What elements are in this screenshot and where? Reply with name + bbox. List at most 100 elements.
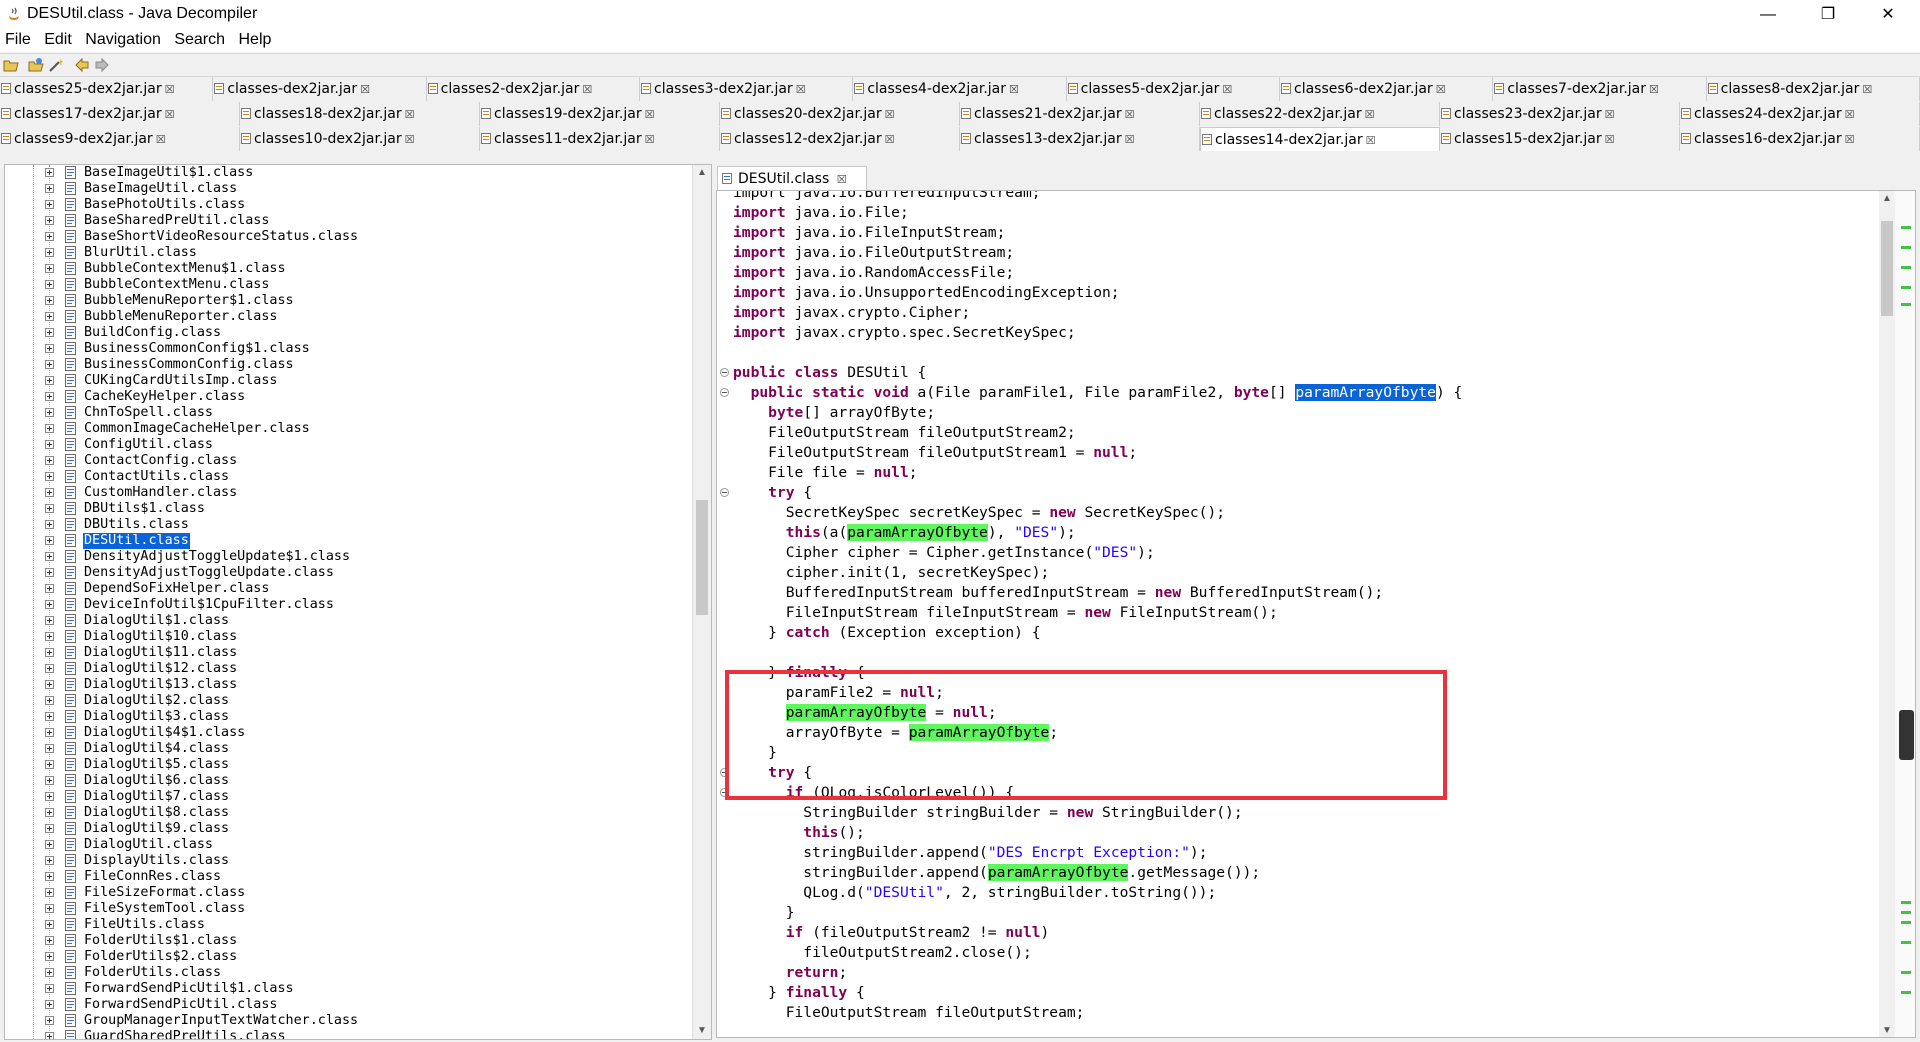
expand-icon[interactable] xyxy=(45,552,54,561)
tree-item[interactable]: FolderUtils.class xyxy=(5,965,693,981)
expand-icon[interactable] xyxy=(45,328,54,337)
expand-icon[interactable] xyxy=(45,1016,54,1025)
jar-tab[interactable]: classes16-dex2jar.jar ☒ xyxy=(1680,127,1920,151)
tree-item[interactable]: DESUtil.class xyxy=(5,533,693,549)
tree-item[interactable]: DialogUtil$12.class xyxy=(5,661,693,677)
expand-icon[interactable] xyxy=(45,488,54,497)
tree-item[interactable]: BusinessCommonConfig$1.class xyxy=(5,341,693,357)
occurrence-marker[interactable] xyxy=(1901,991,1911,994)
expand-icon[interactable] xyxy=(45,456,54,465)
occurrence-marker[interactable] xyxy=(1901,921,1911,924)
expand-icon[interactable] xyxy=(45,216,54,225)
tree-item[interactable]: CUKingCardUtilsImp.class xyxy=(5,373,693,389)
occurrence-marker[interactable] xyxy=(1901,971,1911,974)
expand-icon[interactable] xyxy=(45,440,54,449)
tree-item[interactable]: DialogUtil$11.class xyxy=(5,645,693,661)
expand-icon[interactable] xyxy=(45,776,54,785)
tree-item[interactable]: DependSoFixHelper.class xyxy=(5,581,693,597)
expand-icon[interactable] xyxy=(45,824,54,833)
tree-item[interactable]: DialogUtil.class xyxy=(5,837,693,853)
tree-item[interactable]: DialogUtil$8.class xyxy=(5,805,693,821)
open-type-icon[interactable] xyxy=(28,57,44,73)
tree-item[interactable]: BubbleContextMenu$1.class xyxy=(5,261,693,277)
jar-tab[interactable]: classes-dex2jar.jar ☒ xyxy=(213,77,427,101)
expand-icon[interactable] xyxy=(45,728,54,737)
tree-scrollbar[interactable]: ▲ ▼ xyxy=(692,165,711,1039)
expand-icon[interactable] xyxy=(45,536,54,545)
expand-icon[interactable] xyxy=(45,360,54,369)
tab-close-icon[interactable]: ☒ xyxy=(1125,133,1135,146)
tree-item[interactable]: GuardSharedPreUtils.class xyxy=(5,1029,693,1039)
minimize-button[interactable]: — xyxy=(1738,0,1798,30)
tree-item[interactable]: DialogUtil$3.class xyxy=(5,709,693,725)
tree-item[interactable]: ChnToSpell.class xyxy=(5,405,693,421)
jar-tab[interactable]: classes5-dex2jar.jar ☒ xyxy=(1066,77,1280,101)
tab-desutil-class[interactable]: DESUtil.class ☒ xyxy=(717,166,867,190)
expand-icon[interactable] xyxy=(45,952,54,961)
tab-close-icon[interactable]: ☒ xyxy=(1845,133,1855,146)
tree-item[interactable]: DialogUtil$7.class xyxy=(5,789,693,805)
occurrence-marker[interactable] xyxy=(1901,286,1911,289)
tree-item[interactable]: ContactConfig.class xyxy=(5,453,693,469)
tree-item[interactable]: FileSizeFormat.class xyxy=(5,885,693,901)
expand-icon[interactable] xyxy=(45,680,54,689)
expand-icon[interactable] xyxy=(45,744,54,753)
jar-tab[interactable]: classes3-dex2jar.jar ☒ xyxy=(640,77,854,101)
jar-tab[interactable]: classes4-dex2jar.jar ☒ xyxy=(853,77,1067,101)
tab-close-icon[interactable]: ☒ xyxy=(165,83,175,96)
wand-icon[interactable] xyxy=(48,57,64,73)
menu-file[interactable]: File xyxy=(1,30,35,50)
overview-position-marker[interactable] xyxy=(1899,710,1914,760)
tree-item[interactable]: BaseImageUtil.class xyxy=(5,181,693,197)
menu-search[interactable]: Search xyxy=(170,30,229,50)
jar-tab[interactable]: classes15-dex2jar.jar ☒ xyxy=(1440,127,1680,151)
tree-item[interactable]: CommonImageCacheHelper.class xyxy=(5,421,693,437)
tab-close-icon[interactable]: ☒ xyxy=(1365,108,1375,121)
expand-icon[interactable] xyxy=(45,424,54,433)
editor-scrollbar[interactable]: ▲ ▼ xyxy=(1879,191,1895,1037)
tree-item[interactable]: DialogUtil$1.class xyxy=(5,613,693,629)
tree-item[interactable]: DialogUtil$4$1.class xyxy=(5,725,693,741)
expand-icon[interactable] xyxy=(45,312,54,321)
jar-tab[interactable]: classes9-dex2jar.jar ☒ xyxy=(0,127,240,151)
occurrence-marker[interactable] xyxy=(1901,911,1911,914)
tree-item[interactable]: BusinessCommonConfig.class xyxy=(5,357,693,373)
scroll-down-arrow-icon[interactable]: ▼ xyxy=(1879,1023,1895,1037)
tree-item[interactable]: BlurUtil.class xyxy=(5,245,693,261)
tab-close-icon[interactable]: ☒ xyxy=(1862,83,1872,96)
tab-close-icon[interactable]: ☒ xyxy=(1436,83,1446,96)
tree-item[interactable]: CustomHandler.class xyxy=(5,485,693,501)
expand-icon[interactable] xyxy=(45,184,54,193)
tab-close-icon[interactable]: ☒ xyxy=(582,83,592,96)
jar-tab[interactable]: classes17-dex2jar.jar ☒ xyxy=(0,102,240,126)
expand-icon[interactable] xyxy=(45,344,54,353)
expand-icon[interactable] xyxy=(45,648,54,657)
forward-arrow-icon[interactable] xyxy=(94,57,110,73)
expand-icon[interactable] xyxy=(45,392,54,401)
jar-tab[interactable]: classes13-dex2jar.jar ☒ xyxy=(960,127,1200,151)
expand-icon[interactable] xyxy=(45,472,54,481)
tab-close-icon[interactable]: ☒ xyxy=(796,83,806,96)
open-file-icon[interactable] xyxy=(3,57,19,73)
fold-toggle-icon[interactable] xyxy=(720,388,729,397)
expand-icon[interactable] xyxy=(45,984,54,993)
expand-icon[interactable] xyxy=(45,968,54,977)
tab-close-icon[interactable]: ☒ xyxy=(405,133,415,146)
close-button[interactable]: ✕ xyxy=(1858,0,1918,30)
tree-item[interactable]: GroupManagerInputTextWatcher.class xyxy=(5,1013,693,1029)
tree-item[interactable]: BubbleMenuReporter.class xyxy=(5,309,693,325)
expand-icon[interactable] xyxy=(45,632,54,641)
tree-item[interactable]: DialogUtil$9.class xyxy=(5,821,693,837)
tree-item[interactable]: DensityAdjustToggleUpdate.class xyxy=(5,565,693,581)
tab-close-icon[interactable]: ☒ xyxy=(885,108,895,121)
tree-item[interactable]: ContactUtils.class xyxy=(5,469,693,485)
occurrence-marker[interactable] xyxy=(1901,941,1911,944)
tree-item[interactable]: FolderUtils$2.class xyxy=(5,949,693,965)
tab-close-icon[interactable]: ☒ xyxy=(1009,83,1019,96)
jar-tab[interactable]: classes21-dex2jar.jar ☒ xyxy=(960,102,1200,126)
jar-tab[interactable]: classes19-dex2jar.jar ☒ xyxy=(480,102,720,126)
expand-icon[interactable] xyxy=(45,888,54,897)
jar-tab[interactable]: classes14-dex2jar.jar ☒ xyxy=(1200,127,1440,151)
occurrence-marker[interactable] xyxy=(1901,226,1911,229)
tree-item[interactable]: BasePhotoUtils.class xyxy=(5,197,693,213)
